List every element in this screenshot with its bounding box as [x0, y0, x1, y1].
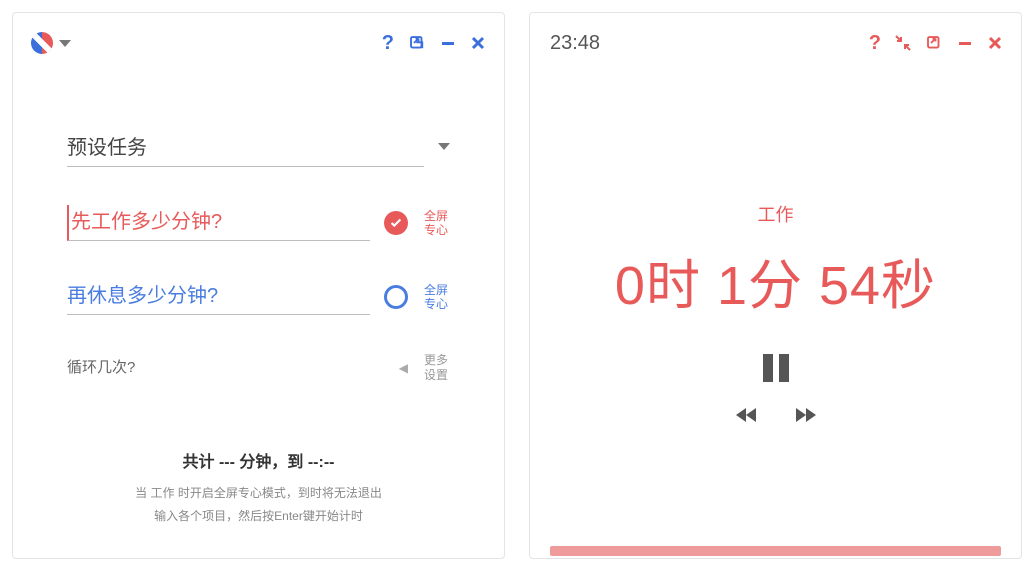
- loop-count-row: ◀ 更多 设置: [67, 353, 450, 382]
- rest-minutes-row: 全屏 专心: [67, 279, 450, 315]
- more-settings-label[interactable]: 更多 设置: [422, 353, 450, 382]
- loop-count-input[interactable]: [67, 353, 385, 382]
- rest-fullscreen-checkbox[interactable]: [384, 285, 408, 309]
- minimize-icon[interactable]: [957, 35, 973, 51]
- window-titlebar: 23:48 ?: [530, 13, 1021, 65]
- window-titlebar: ?: [13, 13, 504, 65]
- work-fullscreen-checkbox[interactable]: [384, 211, 408, 235]
- rewind-icon: [746, 408, 756, 422]
- popout-icon[interactable]: [408, 34, 426, 52]
- timer-display: 0时 1分 54秒: [615, 241, 936, 320]
- compress-icon[interactable]: [895, 35, 911, 51]
- forward-icon: [796, 408, 806, 422]
- check-icon: [389, 216, 403, 230]
- help-icon[interactable]: ?: [869, 32, 881, 55]
- pause-button[interactable]: [763, 354, 789, 382]
- close-icon[interactable]: [987, 35, 1003, 51]
- close-icon[interactable]: [470, 35, 486, 51]
- clock-time: 23:48: [548, 32, 602, 55]
- hint-line-1: 当 工作 时开启全屏专心模式，到时将无法退出: [43, 482, 474, 505]
- pause-icon: [763, 354, 789, 382]
- minimize-icon[interactable]: [440, 35, 456, 51]
- timer-window: 23:48 ? 工作 0时 1分 54秒: [529, 12, 1022, 559]
- timer-area: 工作 0时 1分 54秒: [530, 65, 1021, 558]
- forward-icon: [806, 408, 816, 422]
- total-summary: 共计 --- 分钟，到 --:--: [43, 448, 474, 472]
- menu-dropdown-button[interactable]: [59, 40, 71, 47]
- progress-bar: [550, 546, 1002, 556]
- rewind-icon: [736, 408, 746, 422]
- preset-task-dropdown[interactable]: 预设任务: [67, 125, 424, 167]
- rest-minutes-input[interactable]: [67, 279, 370, 315]
- help-icon[interactable]: ?: [382, 32, 394, 55]
- work-minutes-row: 全屏 专心: [67, 205, 450, 241]
- chevron-left-icon[interactable]: ◀: [399, 361, 408, 375]
- hint-line-2: 输入各个项目，然后按Enter键开始计时: [43, 505, 474, 528]
- rewind-button[interactable]: [736, 408, 756, 422]
- work-fullscreen-label: 全屏 专心: [422, 209, 450, 238]
- fast-forward-button[interactable]: [796, 408, 816, 422]
- rest-fullscreen-label: 全屏 专心: [422, 283, 450, 312]
- work-minutes-input[interactable]: [67, 205, 370, 241]
- playback-controls: [736, 354, 816, 422]
- footer: 共计 --- 分钟，到 --:-- 当 工作 时开启全屏专心模式，到时将无法退出…: [13, 448, 504, 558]
- app-logo-icon: [31, 32, 53, 54]
- form-area: 预设任务 全屏 专心 全屏 专心 ◀ 更多 设置: [13, 65, 504, 448]
- popout-icon[interactable]: [925, 34, 943, 52]
- preset-task-row: 预设任务: [67, 125, 450, 167]
- chevron-down-icon[interactable]: [438, 143, 450, 150]
- timer-phase-label: 工作: [758, 201, 794, 227]
- setup-window: ? 预设任务 全屏: [12, 12, 505, 559]
